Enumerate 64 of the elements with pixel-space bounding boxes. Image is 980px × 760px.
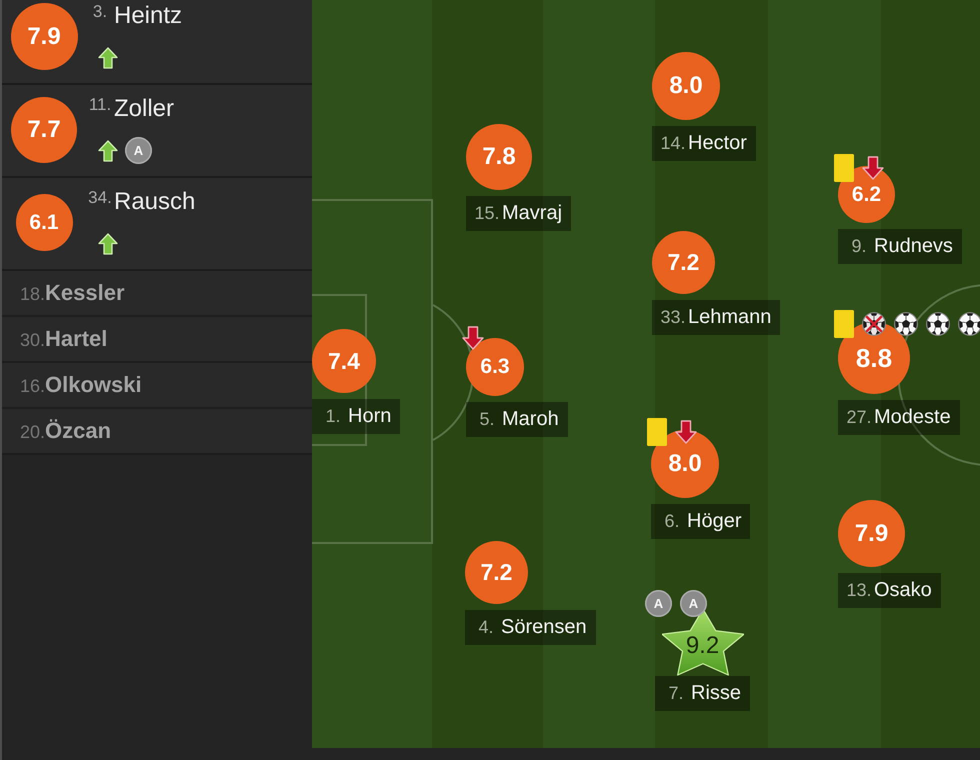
player-rating: 6.3 — [466, 338, 524, 396]
player-rating: 7.2 — [465, 541, 528, 604]
player-rating: 7.9 — [10, 3, 78, 70]
player-number: 14. — [659, 133, 687, 154]
up-arrow-icon — [98, 232, 118, 254]
player-rating: 8.0 — [651, 430, 719, 498]
player-name: Heintz — [114, 2, 182, 30]
player-number: 33. — [659, 307, 687, 328]
assist-badge: A — [680, 590, 707, 617]
player-name: Osako — [874, 579, 932, 602]
player-number: 4. — [477, 617, 494, 638]
player-number: 7. — [667, 683, 684, 704]
player-name: Sörensen — [501, 616, 587, 639]
up-arrow-icon — [98, 46, 118, 68]
soccer-ball-icon — [894, 312, 918, 336]
player-number: 27. — [845, 407, 873, 428]
down-arrow-icon — [862, 156, 884, 180]
crossed-ball-icon — [862, 312, 886, 336]
player-name: Hector — [688, 132, 747, 155]
player-name: Maroh — [502, 408, 559, 431]
player-rating: 6.1 — [16, 194, 72, 251]
player-number: 34. — [87, 188, 113, 208]
booking-card-icon — [834, 154, 854, 182]
player-name: Hartel — [45, 325, 108, 353]
player-name: Mavraj — [502, 202, 562, 225]
player-rating: 7.9 — [838, 500, 905, 567]
player-name: Höger — [687, 510, 742, 533]
player-number: 20. — [20, 421, 46, 444]
soccer-ball-icon — [958, 312, 980, 336]
player-rating: 7.7 — [11, 96, 77, 162]
player-name: Horn — [348, 405, 392, 428]
player-number: 30. — [20, 329, 46, 352]
player-number: 6. — [663, 511, 680, 532]
player-number: 13. — [845, 580, 873, 601]
player-rating: 7.2 — [652, 231, 715, 294]
player-name: Olkowski — [45, 371, 142, 399]
assist-badge: A — [125, 137, 152, 164]
player-name: Zoller — [114, 95, 174, 123]
player-name: Risse — [691, 682, 742, 705]
player-number: 18. — [20, 283, 46, 306]
down-arrow-icon — [462, 326, 484, 350]
player-rating: 9.2 — [686, 632, 720, 660]
player-number: 5. — [478, 409, 496, 430]
player-number: 16. — [20, 375, 46, 398]
player-rating: 7.4 — [312, 329, 376, 393]
booking-card-icon — [834, 310, 854, 338]
player-rating: 7.8 — [466, 124, 532, 190]
player-name: Lehmann — [688, 306, 772, 329]
player-rating: 8.0 — [652, 52, 720, 120]
player-name: Modeste — [874, 406, 951, 429]
booking-card-icon — [647, 418, 667, 446]
player-number: 11. — [88, 95, 112, 115]
player-name: Kessler — [45, 279, 125, 307]
player-number: 1. — [324, 406, 342, 427]
player-name: Rausch — [114, 188, 196, 216]
assist-badge: A — [645, 590, 672, 617]
down-arrow-icon — [675, 420, 697, 444]
player-number: 9. — [850, 236, 868, 257]
soccer-ball-icon — [926, 312, 950, 336]
player-number: 3. — [92, 2, 108, 22]
up-arrow-icon — [98, 140, 118, 162]
player-name: Rudnevs — [874, 235, 953, 258]
player-name: Özcan — [45, 417, 112, 445]
player-number: 15. — [473, 203, 501, 224]
